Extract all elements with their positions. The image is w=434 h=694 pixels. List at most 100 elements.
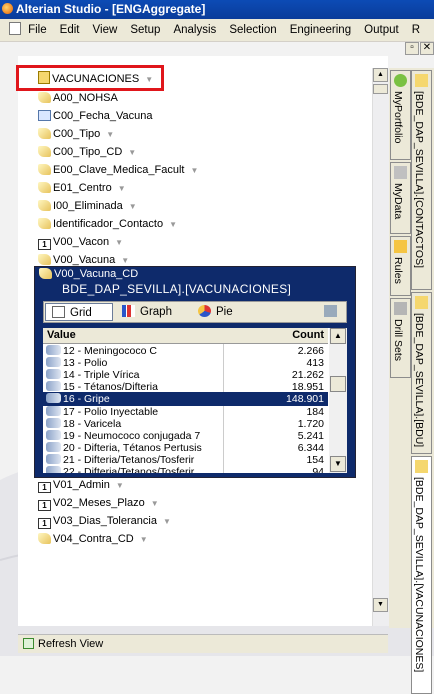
- menu-edit[interactable]: Edit: [60, 24, 80, 36]
- header-count[interactable]: Count: [292, 328, 324, 343]
- tree-node[interactable]: C00_Tipo_CD ▼: [38, 144, 136, 161]
- tab-grid[interactable]: Grid: [45, 303, 113, 321]
- scroll-down-icon[interactable]: ▼: [373, 598, 388, 612]
- tree-node[interactable]: C00_Fecha_Vacuna: [38, 108, 152, 125]
- table-icon: [415, 460, 428, 473]
- app-logo-icon: [2, 3, 13, 14]
- row-value-text: 22 - Difteria/Tetanos/Tosferir: [63, 466, 195, 473]
- vaccine-icon: [46, 345, 61, 355]
- row-count: 94: [312, 466, 324, 473]
- vaccine-icon: [46, 393, 61, 404]
- tab-drill-sets[interactable]: Drill Sets: [390, 298, 411, 378]
- scroll-up-icon[interactable]: ▲: [373, 68, 388, 82]
- data-icon: [394, 166, 407, 179]
- menu-file[interactable]: File: [28, 24, 47, 36]
- bar-chart-icon: [122, 305, 135, 317]
- restore-icon[interactable]: ▫: [405, 42, 419, 55]
- menu-selection[interactable]: Selection: [229, 24, 276, 36]
- tab-graph[interactable]: Graph: [116, 303, 190, 321]
- chevron-down-icon[interactable]: ▼: [118, 184, 126, 193]
- vaccine-icon: [46, 381, 61, 392]
- mdi-window-controls: ▫ ✕: [404, 42, 434, 55]
- chevron-down-icon[interactable]: ▼: [129, 202, 137, 211]
- menu-bar: File Edit View Setup Analysis Selection …: [0, 19, 434, 42]
- variable-icon: [38, 533, 51, 544]
- document-icon[interactable]: [9, 22, 21, 35]
- scroll-thumb[interactable]: [330, 376, 346, 392]
- scroll-up-icon[interactable]: ▲: [330, 328, 346, 344]
- tree-node[interactable]: E01_Centro ▼: [38, 180, 126, 197]
- grid-icon: [52, 306, 65, 318]
- tree-node[interactable]: 1 V03_Dias_Tolerancia ▼: [38, 513, 171, 530]
- vaccine-icon: [46, 405, 61, 416]
- close-icon[interactable]: ✕: [420, 42, 434, 55]
- tree-node[interactable]: 1 V01_Admin ▼: [38, 477, 124, 494]
- variable-icon: [38, 128, 51, 139]
- table-icon: [415, 296, 428, 309]
- pie-chart-icon: [198, 305, 211, 317]
- side-tab-strip: MyPortfolio MyData Rules Drill Sets [BDE…: [389, 68, 434, 694]
- refresh-view-label[interactable]: Refresh View: [38, 638, 103, 650]
- chevron-down-icon[interactable]: ▼: [169, 220, 177, 229]
- tree-node[interactable]: C00_Tipo ▼: [38, 126, 114, 143]
- tab-rules[interactable]: Rules: [390, 236, 411, 296]
- number-icon: 1: [38, 518, 51, 529]
- menu-r[interactable]: R: [412, 24, 420, 36]
- tab-mydata[interactable]: MyData: [390, 162, 411, 234]
- variable-icon: [39, 268, 52, 279]
- chevron-down-icon[interactable]: ▼: [151, 499, 159, 508]
- tree-node[interactable]: 1 V00_Vacon ▼: [38, 234, 123, 251]
- options-button[interactable]: [322, 303, 342, 321]
- vaccine-icon: [46, 417, 61, 428]
- vaccine-icon: [46, 429, 61, 440]
- chevron-down-icon[interactable]: ▼: [116, 481, 124, 490]
- chevron-down-icon[interactable]: ▼: [121, 256, 129, 265]
- tab-bdu[interactable]: [BDE_DAP_SEVILLA].[BDU]: [411, 292, 432, 454]
- tree-node[interactable]: E00_Clave_Medica_Facult ▼: [38, 162, 198, 179]
- tab-contactos[interactable]: [BDE_DAP_SEVILLA].[CONTACTOS]: [411, 70, 432, 290]
- table-row[interactable]: 22 - Difteria/Tetanos/Tosferir 94: [43, 465, 328, 473]
- tree-scrollbar[interactable]: ▲ ▼: [372, 68, 389, 626]
- chevron-down-icon[interactable]: ▼: [163, 517, 171, 526]
- scroll-down-icon[interactable]: ▼: [330, 456, 346, 472]
- vaccine-icon: [46, 453, 61, 464]
- chevron-down-icon[interactable]: ▼: [140, 535, 148, 544]
- tree-node[interactable]: 1 V02_Meses_Plazo ▼: [38, 495, 159, 512]
- menu-analysis[interactable]: Analysis: [173, 24, 216, 36]
- window-title: Alterian Studio - [ENGAggregate]: [16, 2, 206, 16]
- window-title-bar: Alterian Studio - [ENGAggregate]: [0, 0, 434, 19]
- table-icon: [415, 74, 428, 87]
- chevron-down-icon[interactable]: ▼: [128, 148, 136, 157]
- menu-engineering[interactable]: Engineering: [290, 24, 351, 36]
- header-value[interactable]: Value: [47, 328, 76, 343]
- chevron-down-icon[interactable]: ▼: [115, 238, 123, 247]
- grid-header: Value Count: [43, 328, 328, 344]
- vaccine-icon: [46, 466, 61, 473]
- status-bar: Refresh View: [18, 634, 388, 653]
- menu-view[interactable]: View: [93, 24, 118, 36]
- variable-icon: [38, 218, 51, 229]
- scroll-thumb[interactable]: [373, 84, 388, 94]
- menu-setup[interactable]: Setup: [130, 24, 160, 36]
- variable-icon: [38, 92, 51, 103]
- tab-myportfolio[interactable]: MyPortfolio: [390, 70, 411, 160]
- value-grid: Value Count 12 - Meningococo C 2.266 13 - …: [43, 328, 347, 473]
- tree-node[interactable]: I00_Eliminada ▼: [38, 198, 137, 215]
- chevron-down-icon[interactable]: ▼: [106, 130, 114, 139]
- vaccine-icon: [46, 441, 61, 452]
- refresh-icon[interactable]: [23, 638, 34, 649]
- tree-node[interactable]: Identificador_Contacto ▼: [38, 216, 177, 233]
- menu-output[interactable]: Output: [364, 24, 399, 36]
- highlight-box: [16, 65, 164, 91]
- variable-icon: [38, 146, 51, 157]
- variable-icon: [38, 200, 51, 211]
- tab-vacunaciones[interactable]: [BDE_DAP_SEVILLA].[VACUNACIONES]: [411, 456, 432, 694]
- chevron-down-icon[interactable]: ▼: [190, 166, 198, 175]
- tree-node[interactable]: V04_Contra_CD ▼: [38, 531, 148, 548]
- popup-toolbar: Grid Graph Pie: [43, 301, 347, 323]
- tree-node[interactable]: A00_NOHSA: [38, 90, 118, 107]
- grid-scrollbar[interactable]: ▲ ▼: [329, 328, 347, 473]
- tab-pie[interactable]: Pie: [192, 303, 252, 321]
- number-icon: 1: [38, 482, 51, 493]
- variable-icon: [38, 164, 51, 175]
